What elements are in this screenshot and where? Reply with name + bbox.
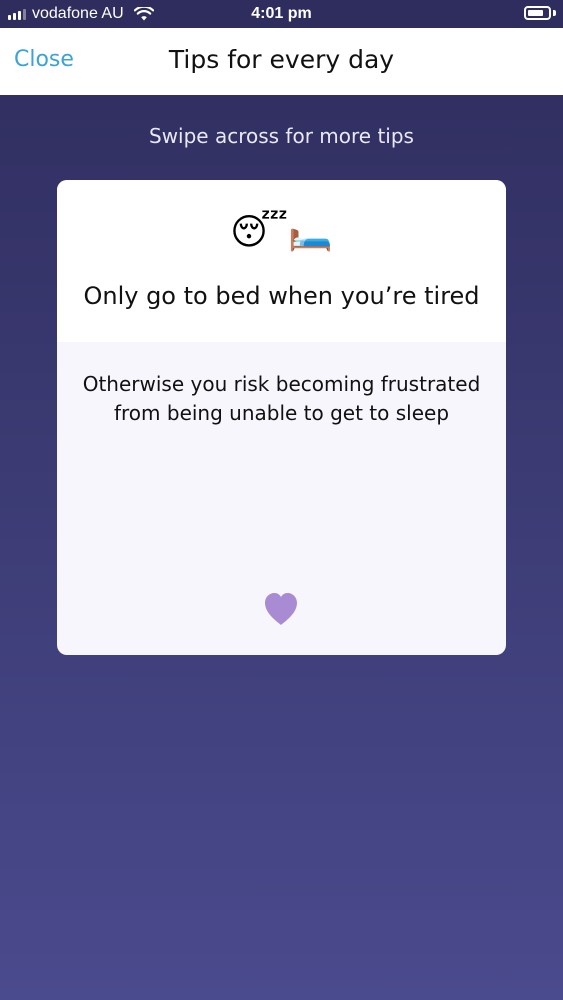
heart-icon[interactable] [261, 589, 301, 629]
nav-bar: Close Tips for every day [0, 28, 563, 95]
tip-card[interactable]: 😴🛏️ Only go to bed when you’re tired Oth… [57, 180, 506, 655]
battery-fill [528, 10, 543, 16]
battery-tip [553, 10, 556, 16]
sleeping-bed-icon: 😴🛏️ [230, 212, 333, 253]
tip-body: Otherwise you risk becoming frustrated f… [82, 372, 481, 425]
tip-card-header: 😴🛏️ Only go to bed when you’re tired [57, 180, 506, 342]
status-time: 4:01 pm [251, 5, 312, 22]
status-bar: vodafone AU 4:01 pm [0, 0, 563, 28]
page-title: Tips for every day [168, 45, 395, 74]
battery-icon [524, 6, 551, 20]
swipe-hint: Swipe across for more tips [149, 124, 414, 148]
tip-title: Only go to bed when you’re tired [83, 282, 480, 310]
